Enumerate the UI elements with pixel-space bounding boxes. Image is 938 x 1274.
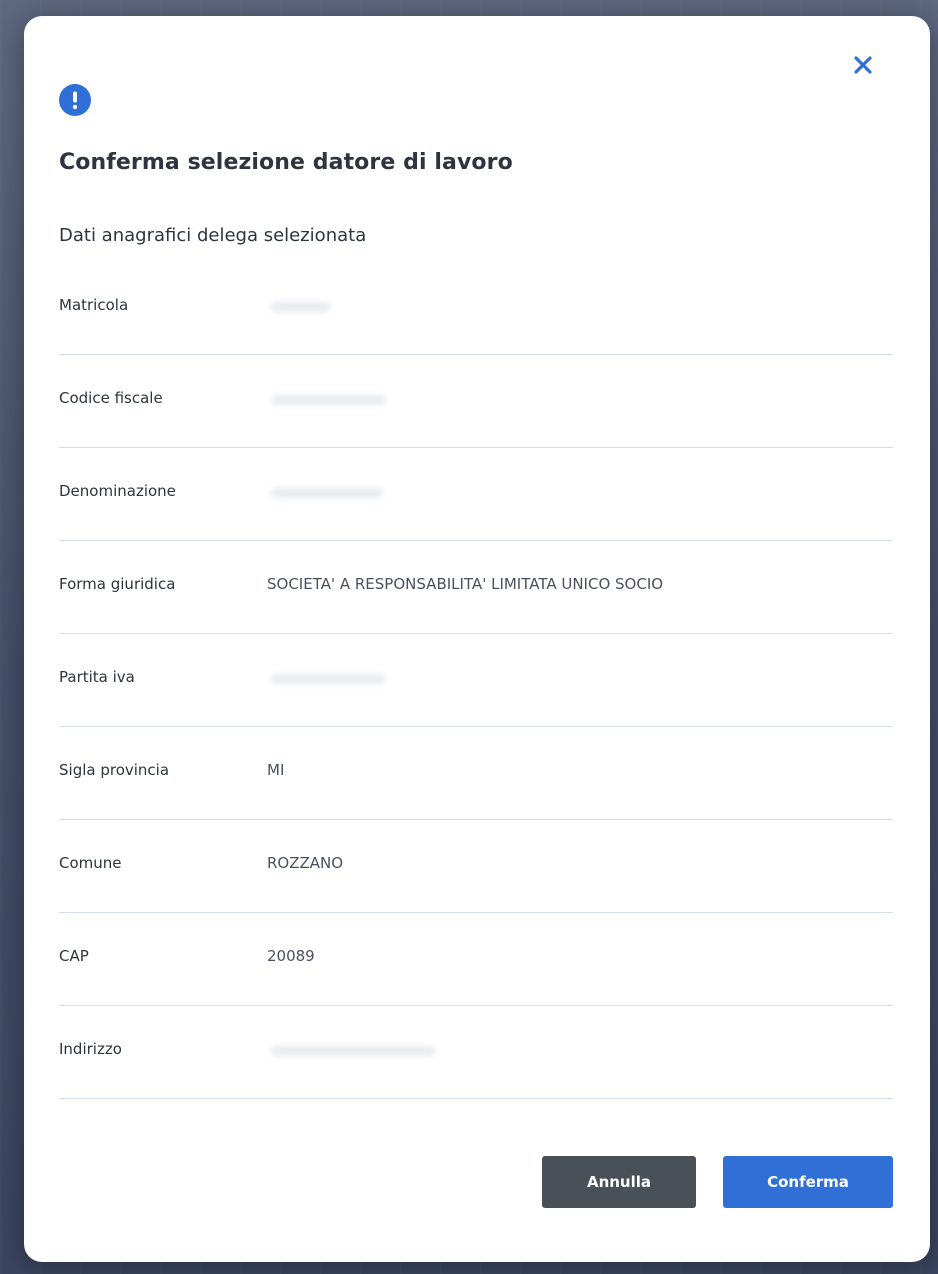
- field-label: Sigla provincia: [59, 761, 170, 779]
- field-row-forma-giuridica: Forma giuridica SOCIETA' A RESPONSABILIT…: [59, 541, 893, 634]
- field-row-denominazione: Denominazione: [59, 448, 893, 541]
- close-icon[interactable]: [850, 52, 876, 78]
- field-label: CAP: [59, 947, 89, 965]
- fields-list: Matricola Codice fiscale Denominazione F…: [59, 262, 893, 1099]
- field-value: ROZZANO: [267, 854, 344, 872]
- confirm-button[interactable]: Conferma: [723, 1156, 893, 1208]
- field-value: MI: [267, 761, 285, 779]
- redacted-value: [271, 302, 331, 312]
- exclamation-circle-icon: [59, 84, 91, 116]
- redacted-value: [271, 395, 386, 405]
- field-row-matricola: Matricola: [59, 262, 893, 355]
- field-row-cap: CAP 20089: [59, 913, 893, 1006]
- field-row-indirizzo: Indirizzo: [59, 1006, 893, 1099]
- confirm-employer-dialog: Conferma selezione datore di lavoro Dati…: [24, 16, 930, 1262]
- field-label: Partita iva: [59, 668, 135, 686]
- field-label: Forma giuridica: [59, 575, 176, 593]
- field-row-comune: Comune ROZZANO: [59, 820, 893, 913]
- dialog-subtitle: Dati anagrafici delega selezionata: [59, 225, 367, 246]
- field-label: Codice fiscale: [59, 389, 163, 407]
- field-row-partita-iva: Partita iva: [59, 634, 893, 727]
- field-label: Denominazione: [59, 482, 176, 500]
- redacted-value: [271, 674, 386, 684]
- redacted-value: [271, 1046, 436, 1056]
- field-label: Comune: [59, 854, 122, 872]
- field-row-sigla-provincia: Sigla provincia MI: [59, 727, 893, 820]
- field-label: Indirizzo: [59, 1040, 122, 1058]
- redacted-value: [271, 488, 383, 498]
- field-label: Matricola: [59, 296, 129, 314]
- field-value: 20089: [267, 947, 315, 965]
- field-row-codice-fiscale: Codice fiscale: [59, 355, 893, 448]
- dialog-title: Conferma selezione datore di lavoro: [59, 150, 513, 175]
- field-value: SOCIETA' A RESPONSABILITA' LIMITATA UNIC…: [267, 575, 664, 593]
- cancel-button[interactable]: Annulla: [542, 1156, 696, 1208]
